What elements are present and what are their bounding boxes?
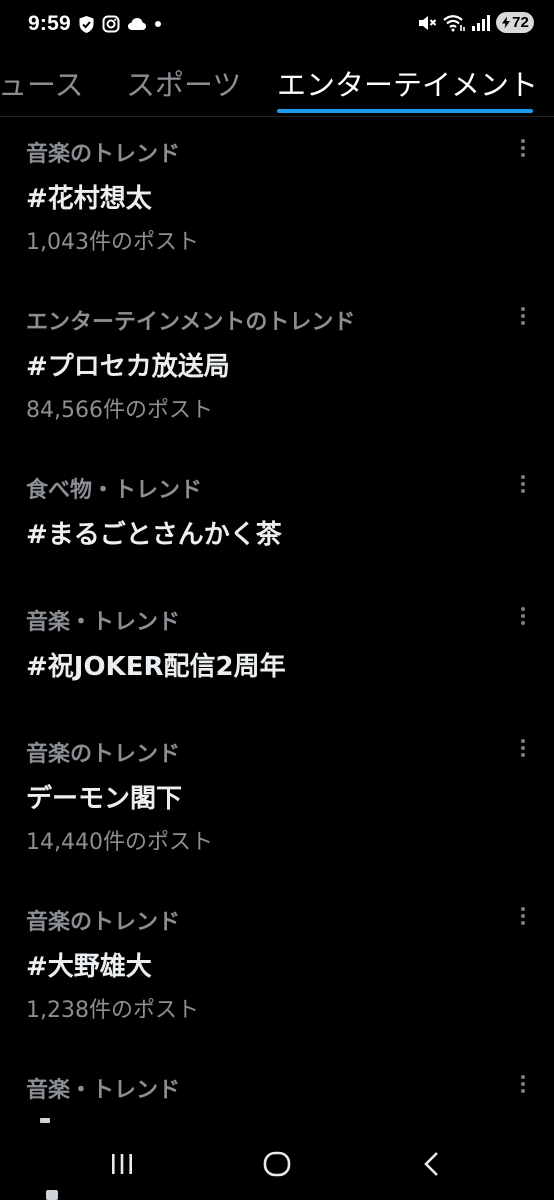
tabs-divider — [0, 116, 554, 117]
status-right: 72 — [417, 12, 534, 33]
partial-content-peek — [46, 1190, 58, 1200]
trend-context: 音楽・トレンド — [26, 610, 181, 635]
trend-context: 食べ物・トレンド — [26, 478, 203, 503]
recents-icon[interactable] — [102, 1148, 142, 1180]
more-options-icon[interactable] — [512, 1072, 534, 1096]
trend-title: #まるごとさんかく茶 — [26, 520, 282, 550]
tab-news[interactable]: ュース — [0, 62, 84, 104]
status-bar: 9:59 72 — [0, 0, 554, 54]
more-options-icon[interactable] — [512, 136, 534, 160]
system-navigation-bar — [0, 1126, 554, 1200]
trend-title: #大野雄大 — [26, 952, 152, 982]
tab-entertainment[interactable]: エンターテイメント — [277, 62, 538, 104]
mute-icon — [417, 14, 437, 32]
status-left: 9:59 — [28, 12, 162, 36]
dot-icon — [154, 20, 162, 28]
instagram-icon — [102, 15, 120, 33]
shield-check-icon — [78, 15, 95, 34]
partial-trend-title — [40, 1118, 50, 1123]
home-icon[interactable] — [257, 1148, 297, 1180]
trend-context: 音楽のトレンド — [26, 910, 181, 935]
trend-title: #花村想太 — [26, 184, 152, 214]
trend-context: 音楽のトレンド — [26, 142, 181, 167]
more-options-icon[interactable] — [512, 472, 534, 496]
status-time: 9:59 — [28, 12, 71, 35]
back-icon[interactable] — [412, 1148, 452, 1180]
signal-icon — [471, 14, 491, 32]
more-options-icon[interactable] — [512, 736, 534, 760]
trend-title: デーモン閣下 — [26, 784, 183, 814]
more-options-icon[interactable] — [512, 604, 534, 628]
trend-title: #祝JOKER配信2周年 — [26, 652, 286, 682]
trend-post-count: 1,238件のポスト — [26, 998, 199, 1023]
trend-post-count: 14,440件のポスト — [26, 830, 213, 855]
battery-level: 72 — [512, 14, 529, 31]
trend-context: 音楽のトレンド — [26, 742, 181, 767]
explore-tabs: ュース スポーツ エンターテイメント — [0, 54, 554, 116]
trend-post-count: 84,566件のポスト — [26, 398, 213, 423]
tab-sports[interactable]: スポーツ — [126, 62, 241, 104]
battery-indicator: 72 — [496, 12, 534, 33]
trend-post-count: 1,043件のポスト — [26, 230, 199, 255]
charging-icon — [502, 16, 511, 29]
more-options-icon[interactable] — [512, 304, 534, 328]
cloud-icon — [127, 17, 147, 31]
trend-context: エンターテインメントのトレンド — [26, 310, 356, 335]
wifi-icon — [442, 14, 466, 32]
active-tab-indicator — [277, 109, 533, 113]
trend-context: 音楽・トレンド — [26, 1078, 181, 1103]
trend-title: #プロセカ放送局 — [26, 352, 230, 382]
more-options-icon[interactable] — [512, 904, 534, 928]
